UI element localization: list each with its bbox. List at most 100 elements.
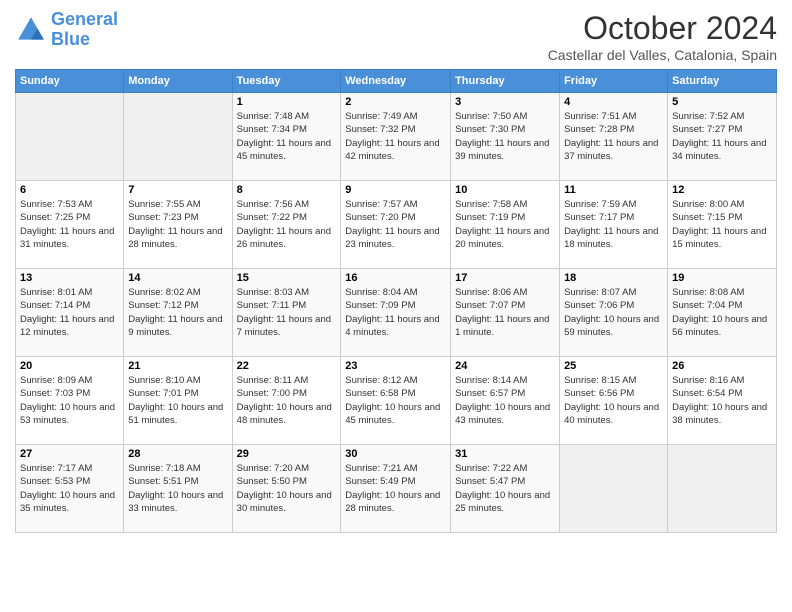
calendar-cell: 25 Sunrise: 8:15 AMSunset: 6:56 PMDayligh… bbox=[560, 357, 668, 445]
day-number: 1 bbox=[237, 96, 337, 108]
day-number: 7 bbox=[128, 184, 227, 196]
day-number: 25 bbox=[564, 360, 663, 372]
calendar-cell: 11 Sunrise: 7:59 AMSunset: 7:17 PMDayligh… bbox=[560, 181, 668, 269]
calendar-cell: 21 Sunrise: 8:10 AMSunset: 7:01 PMDayligh… bbox=[124, 357, 232, 445]
day-info: Sunrise: 7:49 AMSunset: 7:32 PMDaylight:… bbox=[345, 110, 446, 163]
calendar-cell: 29Sunrise: 7:20 AMSunset: 5:50 PMDayligh… bbox=[232, 445, 341, 533]
day-info: Sunrise: 8:16 AMSunset: 6:54 PMDaylight:… bbox=[672, 374, 772, 427]
week-row-3: 13 Sunrise: 8:01 AMSunset: 7:14 PMDayligh… bbox=[16, 269, 777, 357]
day-number: 29 bbox=[237, 448, 337, 460]
day-number: 20 bbox=[20, 360, 119, 372]
day-number: 21 bbox=[128, 360, 227, 372]
day-number: 27 bbox=[20, 448, 119, 460]
calendar-cell: 6 Sunrise: 7:53 AMSunset: 7:25 PMDaylight… bbox=[16, 181, 124, 269]
day-number: 2 bbox=[345, 96, 446, 108]
calendar-cell: 10 Sunrise: 7:58 AMSunset: 7:19 PMDayligh… bbox=[451, 181, 560, 269]
calendar-cell: 3 Sunrise: 7:50 AMSunset: 7:30 PMDaylight… bbox=[451, 93, 560, 181]
day-number: 24 bbox=[455, 360, 555, 372]
day-number: 8 bbox=[237, 184, 337, 196]
calendar-cell bbox=[16, 93, 124, 181]
day-info: Sunrise: 8:12 AMSunset: 6:58 PMDaylight:… bbox=[345, 374, 446, 427]
day-number: 22 bbox=[237, 360, 337, 372]
weekday-header-monday: Monday bbox=[124, 70, 232, 93]
calendar-cell: 5 Sunrise: 7:52 AMSunset: 7:27 PMDaylight… bbox=[668, 93, 777, 181]
day-info: Sunrise: 7:21 AMSunset: 5:49 PMDaylight:… bbox=[345, 462, 446, 515]
calendar-cell: 24 Sunrise: 8:14 AMSunset: 6:57 PMDayligh… bbox=[451, 357, 560, 445]
day-info: Sunrise: 7:55 AMSunset: 7:23 PMDaylight:… bbox=[128, 198, 227, 251]
day-number: 14 bbox=[128, 272, 227, 284]
title-block: October 2024 Castellar del Valles, Catal… bbox=[548, 10, 777, 63]
calendar-cell: 2 Sunrise: 7:49 AMSunset: 7:32 PMDaylight… bbox=[341, 93, 451, 181]
calendar-cell: 19 Sunrise: 8:08 AMSunset: 7:04 PMDayligh… bbox=[668, 269, 777, 357]
day-info: Sunrise: 8:10 AMSunset: 7:01 PMDaylight:… bbox=[128, 374, 227, 427]
calendar-cell: 28Sunrise: 7:18 AMSunset: 5:51 PMDayligh… bbox=[124, 445, 232, 533]
page-container: General Blue October 2024 Castellar del … bbox=[0, 0, 792, 543]
day-number: 19 bbox=[672, 272, 772, 284]
day-info: Sunrise: 8:14 AMSunset: 6:57 PMDaylight:… bbox=[455, 374, 555, 427]
weekday-header-saturday: Saturday bbox=[668, 70, 777, 93]
logo-icon bbox=[15, 14, 47, 46]
location-title: Castellar del Valles, Catalonia, Spain bbox=[548, 47, 777, 63]
day-number: 3 bbox=[455, 96, 555, 108]
calendar-cell: 23 Sunrise: 8:12 AMSunset: 6:58 PMDayligh… bbox=[341, 357, 451, 445]
week-row-5: 27Sunrise: 7:17 AMSunset: 5:53 PMDayligh… bbox=[16, 445, 777, 533]
day-info: Sunrise: 7:57 AMSunset: 7:20 PMDaylight:… bbox=[345, 198, 446, 251]
day-info: Sunrise: 8:04 AMSunset: 7:09 PMDaylight:… bbox=[345, 286, 446, 339]
calendar-cell: 1 Sunrise: 7:48 AMSunset: 7:34 PMDaylight… bbox=[232, 93, 341, 181]
calendar-cell: 13 Sunrise: 8:01 AMSunset: 7:14 PMDayligh… bbox=[16, 269, 124, 357]
day-info: Sunrise: 7:48 AMSunset: 7:34 PMDaylight:… bbox=[237, 110, 337, 163]
calendar-cell: 31 Sunrise: 7:22 AMSunset: 5:47 PMDayligh… bbox=[451, 445, 560, 533]
day-info: Sunrise: 7:53 AMSunset: 7:25 PMDaylight:… bbox=[20, 198, 119, 251]
day-number: 5 bbox=[672, 96, 772, 108]
day-info: Sunrise: 8:09 AMSunset: 7:03 PMDaylight:… bbox=[20, 374, 119, 427]
calendar-cell: 30Sunrise: 7:21 AMSunset: 5:49 PMDayligh… bbox=[341, 445, 451, 533]
day-info: Sunrise: 8:11 AMSunset: 7:00 PMDaylight:… bbox=[237, 374, 337, 427]
day-info: Sunrise: 7:58 AMSunset: 7:19 PMDaylight:… bbox=[455, 198, 555, 251]
day-info: Sunrise: 8:15 AMSunset: 6:56 PMDaylight:… bbox=[564, 374, 663, 427]
day-number: 9 bbox=[345, 184, 446, 196]
day-info: Sunrise: 7:59 AMSunset: 7:17 PMDaylight:… bbox=[564, 198, 663, 251]
weekday-header-wednesday: Wednesday bbox=[341, 70, 451, 93]
day-info: Sunrise: 8:06 AMSunset: 7:07 PMDaylight:… bbox=[455, 286, 555, 339]
calendar-cell: 8Sunrise: 7:56 AMSunset: 7:22 PMDaylight… bbox=[232, 181, 341, 269]
day-info: Sunrise: 7:50 AMSunset: 7:30 PMDaylight:… bbox=[455, 110, 555, 163]
calendar-cell: 16Sunrise: 8:04 AMSunset: 7:09 PMDayligh… bbox=[341, 269, 451, 357]
day-number: 11 bbox=[564, 184, 663, 196]
day-info: Sunrise: 7:22 AMSunset: 5:47 PMDaylight:… bbox=[455, 462, 555, 515]
calendar-cell: 27Sunrise: 7:17 AMSunset: 5:53 PMDayligh… bbox=[16, 445, 124, 533]
logo-line2: Blue bbox=[51, 29, 90, 49]
day-number: 28 bbox=[128, 448, 227, 460]
weekday-header-friday: Friday bbox=[560, 70, 668, 93]
logo-line1: General bbox=[51, 9, 118, 29]
day-info: Sunrise: 8:08 AMSunset: 7:04 PMDaylight:… bbox=[672, 286, 772, 339]
day-number: 13 bbox=[20, 272, 119, 284]
day-info: Sunrise: 8:01 AMSunset: 7:14 PMDaylight:… bbox=[20, 286, 119, 339]
calendar-cell: 22 Sunrise: 8:11 AMSunset: 7:00 PMDayligh… bbox=[232, 357, 341, 445]
header-row: General Blue October 2024 Castellar del … bbox=[15, 10, 777, 63]
logo: General Blue bbox=[15, 10, 118, 50]
day-number: 23 bbox=[345, 360, 446, 372]
calendar-cell bbox=[668, 445, 777, 533]
week-row-1: 1 Sunrise: 7:48 AMSunset: 7:34 PMDaylight… bbox=[16, 93, 777, 181]
day-number: 6 bbox=[20, 184, 119, 196]
weekday-header-tuesday: Tuesday bbox=[232, 70, 341, 93]
calendar-cell: 4Sunrise: 7:51 AMSunset: 7:28 PMDaylight… bbox=[560, 93, 668, 181]
weekday-header-thursday: Thursday bbox=[451, 70, 560, 93]
logo-text: General Blue bbox=[51, 10, 118, 50]
day-info: Sunrise: 7:51 AMSunset: 7:28 PMDaylight:… bbox=[564, 110, 663, 163]
day-info: Sunrise: 8:00 AMSunset: 7:15 PMDaylight:… bbox=[672, 198, 772, 251]
weekday-header-sunday: Sunday bbox=[16, 70, 124, 93]
day-info: Sunrise: 7:52 AMSunset: 7:27 PMDaylight:… bbox=[672, 110, 772, 163]
day-number: 31 bbox=[455, 448, 555, 460]
calendar-cell: 18 Sunrise: 8:07 AMSunset: 7:06 PMDayligh… bbox=[560, 269, 668, 357]
day-number: 18 bbox=[564, 272, 663, 284]
day-info: Sunrise: 8:07 AMSunset: 7:06 PMDaylight:… bbox=[564, 286, 663, 339]
calendar-cell bbox=[560, 445, 668, 533]
day-number: 17 bbox=[455, 272, 555, 284]
calendar-cell: 15Sunrise: 8:03 AMSunset: 7:11 PMDayligh… bbox=[232, 269, 341, 357]
day-number: 10 bbox=[455, 184, 555, 196]
day-number: 26 bbox=[672, 360, 772, 372]
week-row-2: 6 Sunrise: 7:53 AMSunset: 7:25 PMDaylight… bbox=[16, 181, 777, 269]
calendar-cell: 14Sunrise: 8:02 AMSunset: 7:12 PMDayligh… bbox=[124, 269, 232, 357]
day-number: 15 bbox=[237, 272, 337, 284]
